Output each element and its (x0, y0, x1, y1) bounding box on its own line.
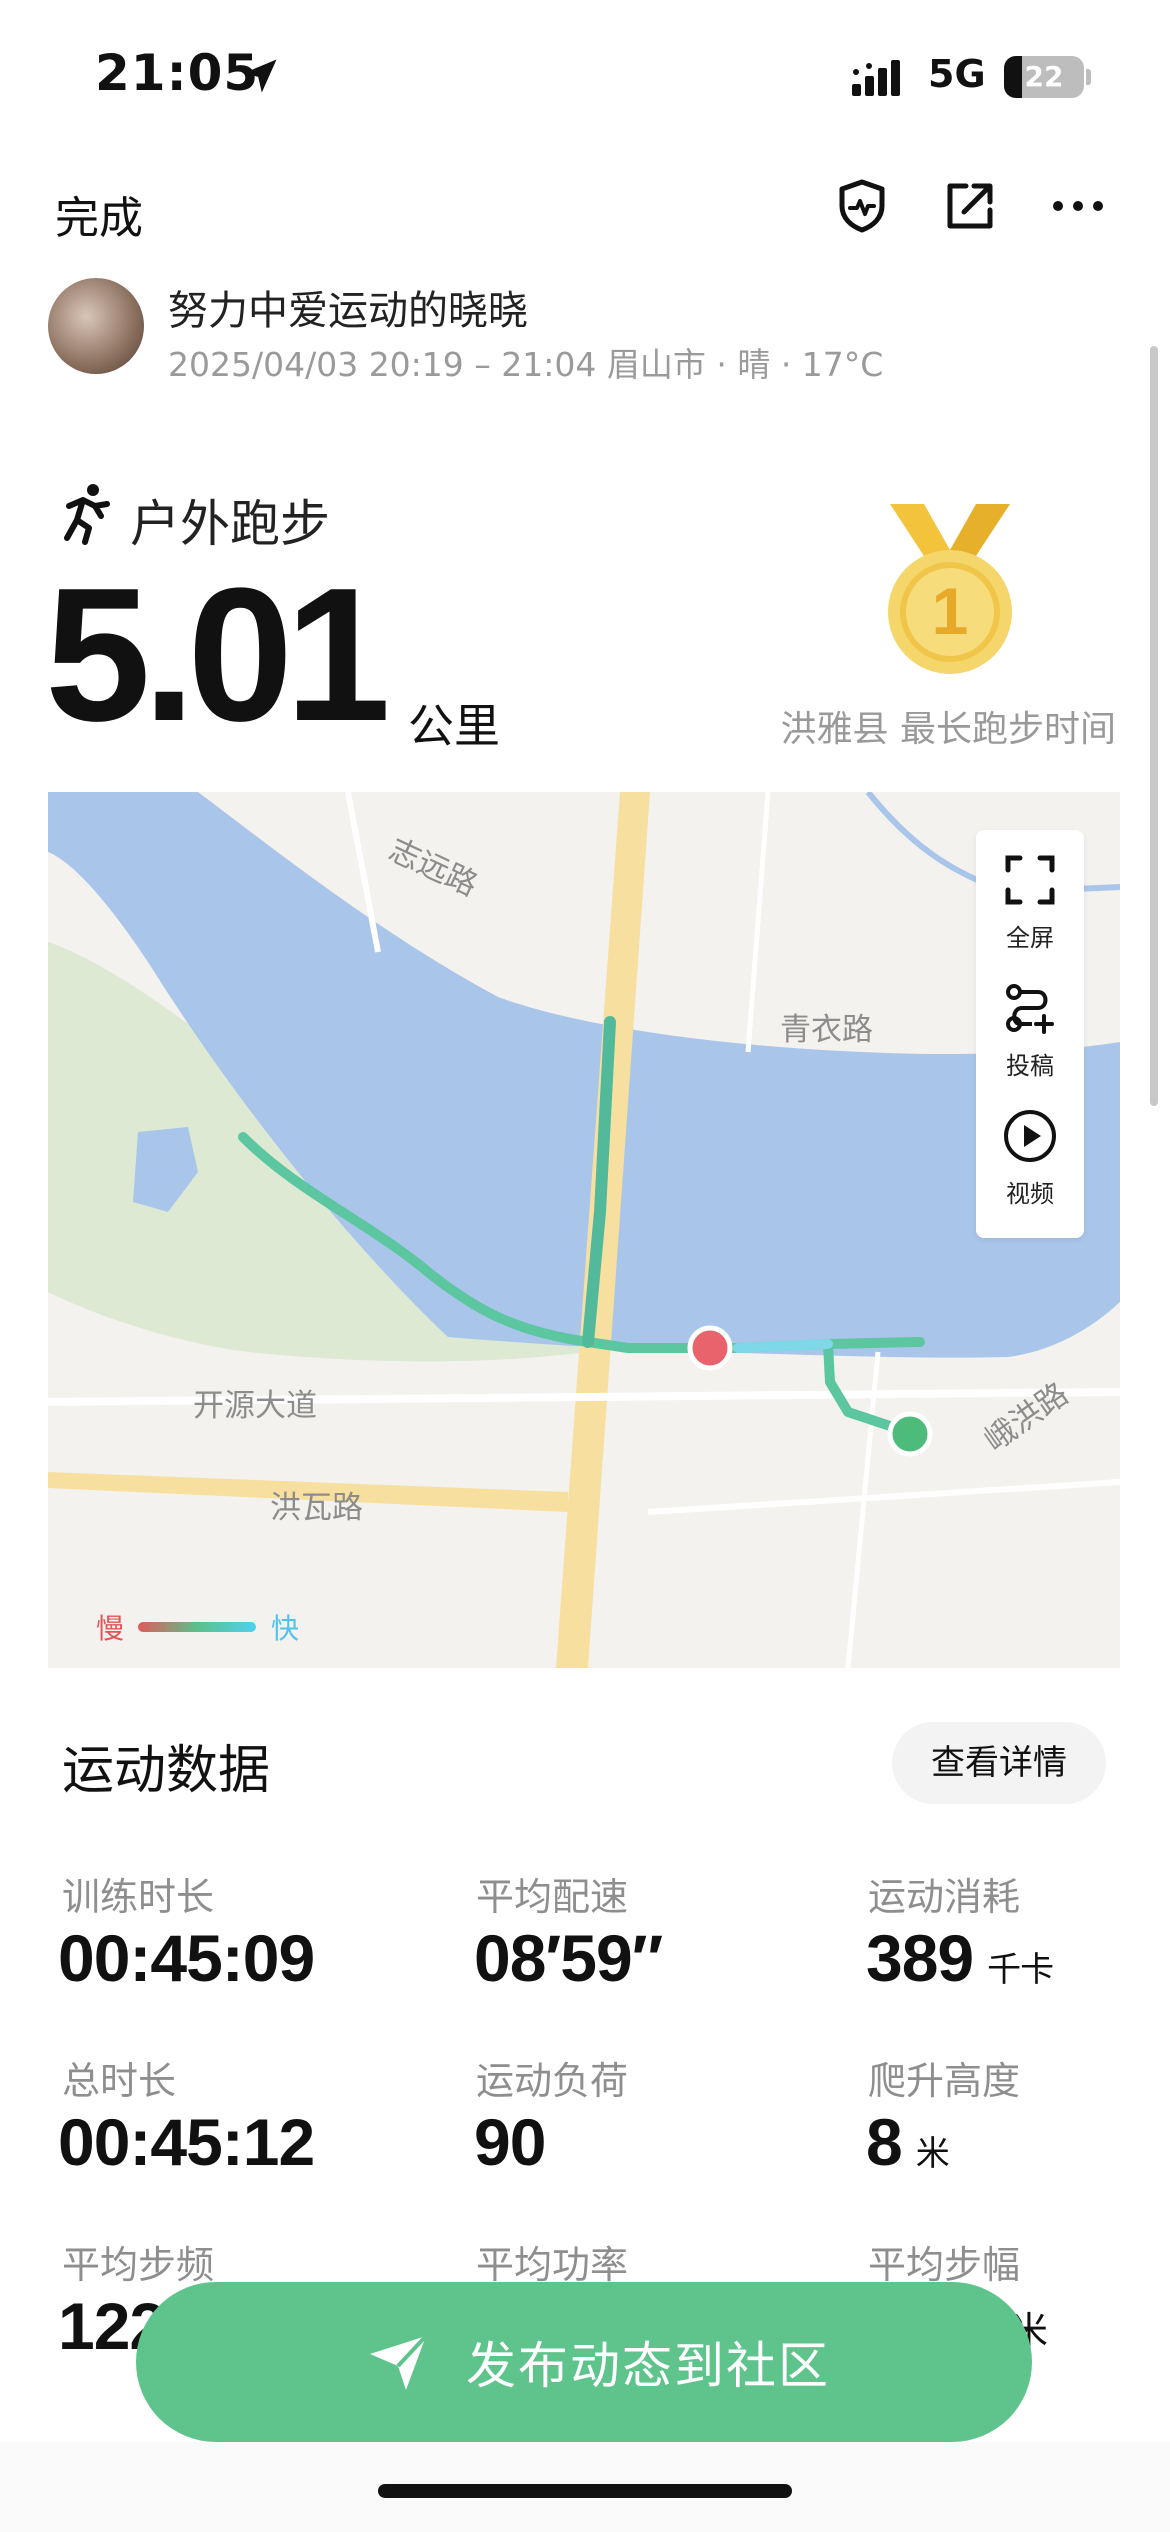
submit-label: 投稿 (1006, 1052, 1054, 1080)
sport-type: 户外跑步 (130, 495, 330, 553)
view-details-button[interactable]: 查看详情 (892, 1722, 1106, 1804)
location-arrow-icon (243, 59, 277, 93)
map-base (48, 792, 1120, 1668)
route-map[interactable]: 志远路 青衣路 开源大道 洪瓦路 峨洪路 全屏 投稿 视频 慢 快 (48, 792, 1120, 1668)
map-label-road: 洪瓦路 (270, 1490, 363, 1526)
publish-label: 发布动态到社区 (466, 2337, 830, 2395)
video-button[interactable]: 视频 (976, 1094, 1084, 1214)
fullscreen-icon (1005, 855, 1055, 905)
cellular-signal-icon (852, 60, 900, 96)
stat-unit: 千卡 (987, 1951, 1054, 1989)
distance-unit: 公里 (408, 699, 500, 753)
stat-label: 平均步频 (62, 2243, 215, 2287)
home-indicator[interactable] (378, 2484, 792, 2498)
workout-meta: 2025/04/03 20:19 – 21:04 眉山市 · 晴 · 17°C (168, 345, 884, 384)
running-icon (64, 484, 110, 545)
status-time: 21:05 (95, 44, 260, 102)
map-toolbar: 全屏 投稿 视频 (976, 830, 1084, 1238)
distance-value: 5.01 (45, 549, 391, 761)
stat-label: 总时长 (62, 2059, 177, 2103)
legend-slow: 慢 (96, 1612, 125, 1645)
legend-gradient (138, 1622, 256, 1632)
submit-route-button[interactable]: 投稿 (976, 966, 1084, 1086)
scrollbar[interactable] (1150, 346, 1158, 1106)
stat-value: 90 (474, 2105, 546, 2179)
network-type: 5G (928, 52, 986, 96)
achievement-text: 洪雅县 最长跑步时间 (780, 709, 1116, 750)
fullscreen-button[interactable]: 全屏 (976, 838, 1084, 958)
status-bar: 21:05 5G 22 (0, 0, 1170, 150)
battery-icon: 22 (1004, 56, 1084, 98)
publish-button[interactable]: 发布动态到社区 (136, 2282, 1032, 2442)
more-icon[interactable] (1048, 176, 1108, 236)
stat-value: 8米 (866, 2105, 950, 2179)
stat-label: 平均功率 (476, 2243, 629, 2287)
avatar[interactable] (48, 278, 144, 374)
user-name: 努力中爱运动的晓晓 (168, 288, 528, 334)
send-icon (370, 2334, 428, 2390)
stat-label: 平均配速 (476, 1875, 629, 1919)
legend-fast: 快 (271, 1612, 300, 1645)
stat-label: 爬升高度 (868, 2059, 1021, 2103)
battery-tip (1086, 69, 1091, 85)
stat-value: 08′59″ (474, 1921, 663, 1995)
done-button[interactable]: 完成 (55, 182, 143, 246)
stat-unit: 米 (915, 2135, 950, 2173)
stat-value: 00:45:12 (58, 2105, 315, 2179)
video-label: 视频 (1006, 1180, 1054, 1208)
play-icon (1004, 1110, 1056, 1162)
stat-label: 平均步幅 (868, 2243, 1021, 2287)
fullscreen-label: 全屏 (1006, 924, 1054, 952)
battery-level: 22 (1024, 60, 1064, 93)
map-label-road: 青衣路 (780, 1012, 873, 1048)
stat-label: 运动消耗 (868, 1875, 1021, 1919)
map-label-road: 开源大道 (193, 1388, 317, 1424)
section-title: 运动数据 (62, 1741, 271, 1801)
stat-label: 训练时长 (62, 1875, 215, 1919)
start-marker (687, 1325, 733, 1371)
end-marker (887, 1411, 933, 1457)
stat-value: 00:45:09 (58, 1921, 315, 1995)
shield-heartbeat-icon[interactable] (832, 176, 892, 236)
route-submit-icon (1006, 984, 1054, 1034)
medal-number: 1 (932, 574, 969, 648)
gold-medal-icon: 1 (888, 504, 1012, 674)
stat-label: 运动负荷 (476, 2059, 629, 2103)
share-icon[interactable] (940, 176, 1000, 236)
stat-value: 389 千卡 (866, 1921, 1054, 1995)
